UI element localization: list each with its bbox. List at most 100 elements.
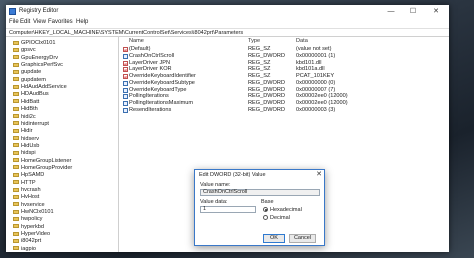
tree-item-label: GpuEnergyDrv: [21, 54, 58, 61]
value-row[interactable]: LayerDriver KOR REG_SZ kbd101a.dll: [120, 66, 449, 74]
menu-file[interactable]: File: [9, 19, 19, 25]
tree-item-label: HyperVideo: [21, 231, 51, 238]
value-row[interactable]: OverrideKeyboardIdentifier REG_SZ PCAT_101…: [120, 73, 449, 81]
menu-view[interactable]: View: [33, 19, 46, 25]
value-name-label: Value name:: [200, 182, 231, 188]
value-name: OverrideKeyboardType: [129, 86, 187, 93]
tree-item[interactable]: hidinterrupt: [13, 121, 49, 128]
tree-item[interactable]: gupdate: [13, 69, 41, 76]
value-name: CrashOnCtrlScroll: [129, 52, 175, 59]
ok-button[interactable]: OK: [263, 234, 285, 243]
folder-icon: [13, 216, 19, 221]
hexadecimal-radio[interactable]: [263, 207, 268, 212]
tree-item[interactable]: HidBatt: [13, 99, 39, 106]
value-row[interactable]: ResendIterations REG_DWORD 0x00000003 (3): [120, 107, 449, 114]
registry-editor-icon: [9, 8, 16, 15]
tree-item[interactable]: HpSAMD: [13, 172, 44, 179]
tree-item[interactable]: HdAudAddService: [13, 84, 67, 91]
tree-item[interactable]: HidUsb: [13, 143, 39, 150]
tree-item[interactable]: hidserv: [13, 136, 39, 143]
value-data: PCAT_101KEY: [296, 73, 335, 79]
tree-item[interactable]: HDAudBus: [13, 91, 49, 98]
menu-favorites[interactable]: Favorites: [48, 19, 73, 25]
value-row[interactable]: (Default) REG_SZ (value not set): [120, 46, 449, 54]
tree-item[interactable]: gpsvc: [13, 47, 36, 54]
tree-item-label: HTTP: [21, 179, 36, 186]
value-row[interactable]: OverrideKeyboardType REG_DWORD 0x00000007 …: [120, 87, 449, 94]
close-button[interactable]: ✕: [427, 6, 445, 17]
folder-icon: [13, 187, 19, 192]
tree-item-label: HomeGroupListener: [21, 157, 72, 164]
value-data-input[interactable]: 1: [200, 206, 256, 213]
tree-item[interactable]: i8042prt: [13, 238, 41, 245]
registry-tree[interactable]: GPIOClx0101 gpsvc GpuEnergyDrv GraphicsPerf…: [6, 37, 119, 252]
dialog-close-button[interactable]: ✕: [316, 170, 322, 178]
value-name-field: CrashOnCtrlScroll: [200, 189, 320, 196]
folder-icon: [13, 91, 19, 96]
folder-icon: [13, 209, 19, 214]
binary-value-icon: [123, 94, 128, 100]
tree-item[interactable]: HomeGroupListener: [13, 158, 71, 165]
maximize-button[interactable]: ☐: [404, 6, 422, 17]
tree-item[interactable]: HyperVideo: [13, 231, 50, 238]
tree-item-label: GPIOClx0101: [21, 40, 56, 46]
value-data: 0x00000003 (3): [296, 106, 336, 113]
tree-item[interactable]: hvservice: [13, 202, 45, 209]
tree-item[interactable]: hvcrash: [13, 187, 41, 194]
value-data: kbd101a.dll: [296, 66, 325, 73]
tree-item-label: GraphicsPerfSvc: [21, 62, 63, 69]
folder-icon: [13, 224, 19, 229]
tree-item-label: hidinterrupt: [21, 120, 49, 127]
tree-item[interactable]: Hidir: [13, 128, 33, 135]
value-row[interactable]: PollingIterations REG_DWORD 0x00002ee0 (12…: [120, 93, 449, 100]
tree-item[interactable]: GraphicsPerfSvc: [13, 62, 63, 69]
value-name: PollingIterationsMaximum: [129, 100, 194, 106]
tree-item[interactable]: HwNClx0101: [13, 209, 54, 216]
value-name: (Default): [129, 46, 151, 52]
tree-item[interactable]: hwpolicy: [13, 216, 42, 223]
tree-item-label: hvservice: [21, 201, 45, 208]
tree-item[interactable]: GpuEnergyDrv: [13, 55, 58, 62]
minimize-button[interactable]: —: [382, 6, 400, 17]
cancel-button[interactable]: Cancel: [289, 234, 316, 243]
value-type: REG_DWORD: [248, 52, 285, 59]
value-type: REG_DWORD: [248, 100, 285, 106]
value-row[interactable]: LayerDriver JPN REG_SZ kbd101.dll: [120, 60, 449, 67]
column-data-header[interactable]: Data: [296, 37, 308, 45]
column-name-header[interactable]: Name: [129, 37, 144, 45]
tree-item[interactable]: iagpio: [13, 246, 36, 252]
menu-help[interactable]: Help: [76, 19, 88, 25]
tree-item-label: i8042prt: [21, 238, 42, 245]
value-row[interactable]: OverrideKeyboardSubtype REG_DWORD 0x000000…: [120, 80, 449, 87]
registry-editor-window: Registry Editor — ☐ ✕ File Edit View Fav…: [6, 5, 449, 252]
tree-item-label: HpSAMD: [21, 172, 45, 179]
tree-item[interactable]: HvHost: [13, 194, 39, 201]
decimal-radio[interactable]: [263, 215, 268, 220]
folder-icon: [13, 172, 19, 177]
column-type-header[interactable]: Type: [248, 37, 260, 45]
tree-item[interactable]: hyperkbd: [13, 224, 44, 231]
folder-icon: [13, 246, 19, 251]
tree-item[interactable]: HidBth: [13, 106, 38, 113]
value-row[interactable]: CrashOnCtrlScroll REG_DWORD 0x00000001 (1): [120, 53, 449, 60]
folder-icon: [13, 150, 19, 155]
title-bar: Registry Editor — ☐ ✕: [6, 5, 449, 18]
folder-icon: [13, 69, 19, 74]
tree-item-label: hwpolicy: [21, 216, 43, 223]
binary-value-icon: [123, 80, 128, 86]
tree-item[interactable]: hidspi: [13, 150, 36, 157]
tree-item[interactable]: hidi2c: [13, 114, 36, 121]
menu-edit[interactable]: Edit: [20, 19, 30, 25]
folder-icon: [13, 143, 19, 148]
value-row[interactable]: PollingIterationsMaximum REG_DWORD 0x00002…: [120, 100, 449, 107]
tree-item[interactable]: GPIOClx0101: [13, 40, 56, 47]
tree-item[interactable]: HomeGroupProvider: [13, 165, 72, 172]
value-name: OverrideKeyboardSubtype: [129, 79, 195, 86]
tree-item[interactable]: gupdatem: [13, 77, 46, 84]
tree-item-label: hyperkbd: [21, 223, 45, 230]
tree-item-label: HidBth: [21, 106, 38, 113]
folder-icon: [13, 99, 19, 104]
address-bar[interactable]: Computer\HKEY_LOCAL_MACHINE\SYSTEM\Curre…: [6, 28, 449, 37]
tree-item-label: hidserv: [21, 135, 40, 142]
tree-item[interactable]: HTTP: [13, 180, 36, 187]
